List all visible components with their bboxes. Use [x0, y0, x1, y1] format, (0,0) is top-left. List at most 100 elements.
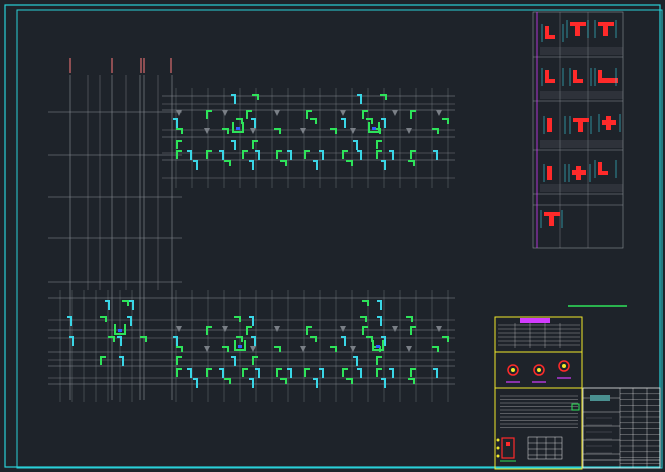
wall-segment[interactable]: [442, 336, 449, 342]
wall-segment[interactable]: [127, 316, 132, 326]
section-detail-icon[interactable]: [543, 116, 566, 134]
wall-segment[interactable]: [436, 110, 442, 116]
wall-segment[interactable]: [408, 160, 415, 166]
wall-segment[interactable]: [176, 128, 183, 134]
wall-segment[interactable]: [236, 336, 243, 342]
wall-segment[interactable]: [246, 110, 252, 119]
wall-segment[interactable]: [366, 336, 373, 342]
wall-segment[interactable]: [300, 128, 306, 134]
wall-segment[interactable]: [249, 378, 254, 388]
wall-segment[interactable]: [246, 326, 252, 335]
wall-segment[interactable]: [108, 336, 115, 342]
wall-segment[interactable]: [255, 150, 260, 160]
wall-segment[interactable]: [252, 356, 258, 365]
wall-segment[interactable]: [313, 378, 318, 388]
wall-segment[interactable]: [117, 336, 122, 346]
detail-callout[interactable]: [557, 360, 571, 379]
wall-segment[interactable]: [274, 128, 281, 134]
wall-segment[interactable]: [187, 150, 192, 160]
wall-segment[interactable]: [380, 94, 387, 100]
wall-segment[interactable]: [300, 346, 306, 352]
wall-segment[interactable]: [342, 150, 348, 159]
wall-segment[interactable]: [410, 110, 416, 119]
wall-segment[interactable]: [341, 336, 346, 346]
wall-segment[interactable]: [193, 160, 198, 170]
section-detail-icon[interactable]: [594, 68, 618, 86]
detail-callout[interactable]: [532, 364, 546, 383]
cad-drawing[interactable]: [0, 0, 665, 472]
wall-segment[interactable]: [410, 368, 416, 377]
wall-segment[interactable]: [406, 128, 412, 134]
detail-callout[interactable]: [506, 364, 520, 383]
wall-segment[interactable]: [67, 316, 72, 326]
wall-segment[interactable]: [250, 346, 256, 352]
wall-segment[interactable]: [100, 316, 107, 322]
wall-segment[interactable]: [176, 356, 182, 365]
section-detail-icon[interactable]: [566, 20, 589, 38]
core-stair-mark[interactable]: [232, 122, 244, 133]
wall-segment[interactable]: [330, 128, 337, 134]
anchor-detail-icon[interactable]: [496, 437, 517, 462]
wall-segment[interactable]: [251, 336, 256, 346]
wall-segment[interactable]: [242, 368, 248, 377]
wall-segment[interactable]: [255, 368, 260, 378]
detail-sheet-panel[interactable]: [532, 11, 627, 307]
wall-segment[interactable]: [176, 346, 183, 352]
wall-segment[interactable]: [341, 118, 346, 128]
wall-segment[interactable]: [173, 118, 178, 128]
section-detail-icon[interactable]: [540, 210, 563, 228]
wall-segment[interactable]: [122, 300, 129, 306]
wall-segment[interactable]: [389, 150, 394, 160]
wall-segment[interactable]: [280, 378, 287, 384]
wall-segment[interactable]: [129, 300, 134, 310]
wall-segment[interactable]: [381, 118, 386, 128]
wall-segment[interactable]: [346, 378, 353, 384]
wall-segment[interactable]: [236, 118, 243, 124]
wall-segment[interactable]: [176, 326, 182, 332]
wall-segment[interactable]: [319, 150, 324, 160]
wall-segment[interactable]: [353, 356, 358, 366]
wall-segment[interactable]: [406, 316, 413, 322]
wall-segment[interactable]: [362, 110, 368, 119]
wall-segment[interactable]: [432, 128, 439, 134]
wall-segment[interactable]: [173, 336, 178, 346]
wall-segment[interactable]: [357, 368, 362, 378]
wall-segment[interactable]: [389, 368, 394, 378]
wall-segment[interactable]: [376, 368, 382, 377]
wall-segment[interactable]: [377, 316, 382, 326]
wall-segment[interactable]: [193, 378, 198, 388]
wall-segment[interactable]: [350, 128, 356, 134]
wall-segment[interactable]: [310, 336, 317, 342]
wall-segment[interactable]: [357, 150, 362, 160]
wall-segment[interactable]: [274, 326, 280, 332]
wall-segment[interactable]: [410, 150, 416, 159]
wall-segment[interactable]: [234, 316, 241, 322]
wall-segment[interactable]: [306, 110, 312, 119]
wall-segment[interactable]: [206, 326, 212, 335]
wall-segment[interactable]: [381, 160, 386, 170]
wall-segment[interactable]: [360, 316, 367, 322]
wall-segment[interactable]: [433, 150, 438, 160]
wall-segment[interactable]: [242, 150, 248, 159]
wall-segment[interactable]: [376, 150, 382, 159]
section-detail-icon[interactable]: [598, 114, 621, 132]
wall-segment[interactable]: [376, 356, 382, 365]
wall-segment[interactable]: [249, 160, 254, 170]
wall-segment[interactable]: [187, 368, 192, 378]
wall-segment[interactable]: [432, 346, 439, 352]
wall-segment[interactable]: [433, 368, 438, 378]
wall-segment[interactable]: [119, 356, 124, 366]
wall-segment[interactable]: [408, 378, 415, 384]
wall-segment[interactable]: [176, 140, 182, 149]
wall-segment[interactable]: [204, 128, 210, 134]
section-detail-icon[interactable]: [594, 160, 617, 178]
wall-segment[interactable]: [224, 160, 231, 166]
wall-segment[interactable]: [392, 326, 398, 332]
wall-segment[interactable]: [340, 110, 346, 116]
wall-segment[interactable]: [206, 110, 212, 119]
wall-segment[interactable]: [231, 94, 236, 104]
section-detail-icon[interactable]: [543, 164, 566, 182]
wall-segment[interactable]: [362, 300, 369, 306]
wall-segment[interactable]: [362, 326, 368, 335]
wall-segment[interactable]: [410, 326, 416, 335]
